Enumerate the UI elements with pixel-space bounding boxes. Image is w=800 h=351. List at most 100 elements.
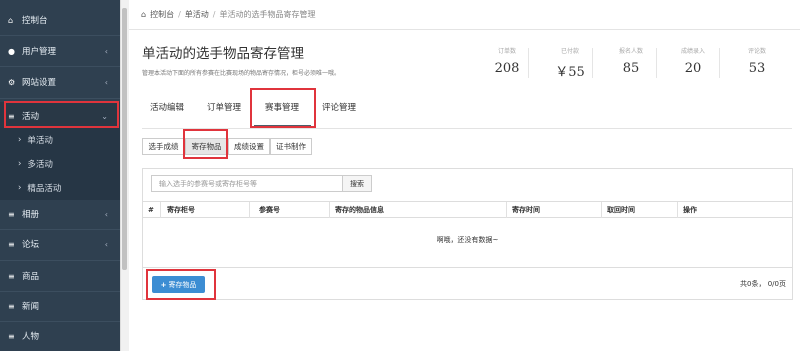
stat-label: 已付款: [560, 48, 579, 55]
subtab-storage-items[interactable]: 寄存物品: [185, 138, 228, 155]
chevron-left-icon: ‹: [104, 239, 108, 249]
stat-value: 20: [684, 61, 702, 76]
stat-value: 85: [622, 61, 640, 76]
divider: [506, 202, 507, 218]
divider: [528, 48, 529, 78]
column-header: 寄存柜号: [167, 206, 195, 214]
sidebar-subitem-single-activity[interactable]: › 单活动: [0, 128, 120, 152]
sidebar-item-activity[interactable]: ≡ 活动 ⌄: [0, 102, 120, 130]
sidebar-item-dashboard[interactable]: ⌂ 控制台: [0, 6, 120, 34]
sidebar-subitem-label: 单活动: [27, 136, 53, 146]
column-header: 寄存时间: [512, 206, 540, 214]
breadcrumb-item[interactable]: 单活动: [185, 9, 209, 20]
breadcrumb: ⌂ 控制台 / 单活动 / 单活动的选手物品寄存管理: [129, 0, 800, 30]
button-label: 寄存物品: [168, 280, 197, 289]
list-icon: ≡: [8, 301, 15, 311]
stat-value: 208: [494, 61, 520, 76]
divider: [592, 48, 593, 78]
chevron-down-icon: ⌄: [101, 111, 108, 121]
page-title: 单活动的选手物品寄存管理: [142, 46, 304, 62]
chevron-left-icon: ‹: [104, 209, 108, 219]
sidebar-item-users[interactable]: ● 用户管理 ‹: [0, 37, 120, 65]
column-header: 操作: [683, 206, 697, 214]
breadcrumb-current: 单活动的选手物品寄存管理: [219, 10, 316, 19]
sidebar-item-label: 人物: [22, 332, 40, 342]
chevron-right-icon: ›: [18, 135, 22, 145]
page-description: 管理本活动下面的所有参赛在比赛现场的物品寄存情况，柜号必须唯一哦。: [142, 70, 341, 77]
sidebar-item-forum[interactable]: ≡ 论坛 ‹: [0, 230, 120, 258]
divider: [719, 48, 720, 78]
empty-state-text: 啊哦，还没有数据~: [436, 236, 499, 244]
chevron-left-icon: ‹: [104, 77, 108, 87]
subtab-player-scores[interactable]: 选手成绩: [142, 138, 185, 155]
column-header: 取回时间: [607, 206, 635, 214]
sidebar-item-settings[interactable]: ⚙ 网站设置 ‹: [0, 68, 120, 96]
divider: [0, 35, 120, 36]
sidebar-item-label: 用户管理: [22, 47, 57, 57]
stat-value: ￥55: [555, 65, 585, 80]
sidebar-item-news[interactable]: ≡ 新闻: [0, 292, 120, 320]
list-icon: ≡: [8, 111, 15, 121]
list-icon: ≡: [8, 331, 15, 341]
home-icon: ⌂: [141, 10, 147, 19]
users-icon: ●: [8, 46, 15, 56]
sidebar-item-album[interactable]: ≡ 相册 ‹: [0, 200, 120, 228]
stat-paid: 已付款 ￥55: [545, 46, 595, 80]
stat-label: 成绩录入: [680, 48, 705, 55]
list-icon: ≡: [8, 271, 15, 281]
chevron-right-icon: ›: [18, 159, 22, 169]
chevron-left-icon: ‹: [104, 46, 108, 56]
stat-value: 53: [748, 61, 766, 76]
breadcrumb-separator: /: [212, 10, 216, 19]
divider: [0, 260, 120, 261]
subtab-score-settings[interactable]: 成绩设置: [228, 138, 270, 155]
pagination-info: 共0条， 0/0页: [740, 280, 786, 288]
list-icon: ≡: [8, 209, 15, 219]
stat-label: 订单数: [497, 48, 516, 55]
divider: [0, 98, 120, 99]
divider: [142, 128, 792, 129]
plus-icon: +: [160, 280, 167, 289]
subtab-certificate[interactable]: 证书制作: [270, 138, 312, 155]
tab-activity-edit[interactable]: 活动编辑: [150, 101, 184, 125]
sidebar-item-label: 网站设置: [22, 78, 57, 88]
sidebar-item-label: 控制台: [22, 16, 48, 26]
breadcrumb-separator: /: [178, 10, 181, 19]
column-header: 寄存的物品信息: [335, 206, 384, 214]
table-header: # 寄存柜号 参赛号 寄存的物品信息 寄存时间 取回时间 操作: [143, 201, 792, 218]
sidebar-subitem-label: 多活动: [27, 160, 53, 170]
sidebar-item-label: 相册: [22, 210, 40, 220]
scrollbar-thumb[interactable]: [122, 8, 127, 270]
divider: [601, 202, 602, 218]
tab-competition[interactable]: 赛事管理: [265, 101, 299, 125]
divider: [249, 202, 250, 218]
stat-scores: 成绩录入 20: [668, 46, 718, 76]
chevron-right-icon: ›: [18, 183, 22, 193]
divider: [656, 48, 657, 78]
sidebar-item-label: 活动: [22, 112, 40, 122]
tab-orders[interactable]: 订单管理: [207, 101, 241, 125]
stat-orders: 订单数 208: [482, 46, 532, 76]
divider: [143, 267, 792, 268]
sidebar: ⌂ 控制台 ● 用户管理 ‹ ⚙ 网站设置 ‹ ≡ 活动 ⌄ › 单活动 › 多…: [0, 0, 120, 351]
column-header: #: [148, 206, 154, 214]
divider: [160, 202, 161, 218]
stat-registrations: 报名人数 85: [606, 46, 656, 76]
search-input[interactable]: 输入选手的参赛号或寄存柜号等: [151, 175, 343, 192]
sidebar-subitem-featured-activity[interactable]: › 精品活动: [0, 176, 120, 200]
add-storage-item-button[interactable]: + 寄存物品: [152, 276, 205, 293]
tab-comments[interactable]: 评论管理: [322, 101, 356, 125]
divider: [329, 202, 330, 218]
breadcrumb-item[interactable]: 控制台: [150, 9, 174, 20]
stat-label: 评论数: [747, 48, 766, 55]
sidebar-item-label: 新闻: [22, 302, 40, 312]
sidebar-subitem-multi-activity[interactable]: › 多活动: [0, 152, 120, 176]
sidebar-item-products[interactable]: ≡ 商品: [0, 262, 120, 290]
sidebar-item-people[interactable]: ≡ 人物: [0, 322, 120, 350]
stat-comments: 评论数 53: [732, 46, 782, 76]
search-button[interactable]: 搜索: [343, 175, 372, 192]
list-icon: ≡: [8, 239, 15, 249]
stat-label: 报名人数: [618, 48, 643, 55]
dashboard-icon: ⌂: [8, 15, 14, 25]
sidebar-item-label: 论坛: [22, 240, 40, 250]
